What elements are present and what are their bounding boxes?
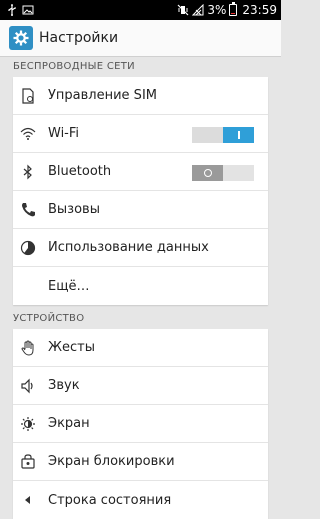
settings-item-label: Экран блокировки — [48, 454, 175, 469]
wireless-settings-card: Управление SIM Wi-Fi Bluetooth Вызовы Ис… — [13, 77, 268, 305]
clock: 23:59 — [242, 3, 277, 17]
settings-item-label: Управление SIM — [48, 88, 157, 103]
battery-percent: 3% — [207, 3, 227, 17]
device-settings-card: Жесты Звук Экран Экран блокировки Строка… — [13, 329, 268, 519]
settings-item-lock-screen[interactable]: Экран блокировки — [13, 443, 268, 481]
settings-item-gestures[interactable]: Жесты — [13, 329, 268, 367]
settings-item-more[interactable]: Ещё… — [13, 267, 268, 305]
speaker-icon — [20, 378, 36, 394]
data-usage-icon — [20, 240, 36, 256]
settings-item-label: Строка состояния — [48, 492, 172, 508]
settings-item-sound[interactable]: Звук — [13, 367, 268, 405]
settings-item-label: Ещё… — [48, 278, 90, 294]
settings-app-icon[interactable] — [9, 26, 33, 50]
image-notification-icon — [22, 4, 34, 16]
settings-item-status-bar[interactable]: Строка состояния — [13, 481, 268, 519]
usb-icon — [6, 4, 18, 16]
bluetooth-icon — [20, 164, 36, 180]
battery-icon — [229, 2, 238, 16]
section-header-wireless: БЕСПРОВОДНЫЕ СЕТИ — [13, 61, 135, 72]
wifi-icon — [20, 126, 36, 142]
settings-item-data-usage[interactable]: Использование данных — [13, 229, 268, 267]
settings-item-sim[interactable]: Управление SIM — [13, 77, 268, 115]
settings-item-label: Использование данных — [48, 240, 209, 255]
section-header-device: УСТРОЙСТВО — [13, 313, 85, 324]
wifi-toggle[interactable] — [192, 127, 254, 143]
settings-item-label: Экран — [48, 416, 90, 431]
settings-item-label: Вызовы — [48, 202, 100, 217]
sim-icon — [20, 87, 36, 104]
bluetooth-toggle[interactable] — [192, 165, 254, 181]
settings-item-wifi[interactable]: Wi-Fi — [13, 115, 268, 153]
status-bar: 3% 23:59 — [0, 0, 281, 20]
lock-screen-icon — [20, 453, 36, 470]
settings-item-label: Жесты — [48, 340, 95, 355]
signal-off-icon — [192, 3, 204, 16]
status-bar-icon — [20, 492, 36, 508]
vibrate-off-icon — [177, 4, 189, 16]
hand-icon — [20, 339, 36, 356]
settings-item-label: Wi-Fi — [48, 126, 80, 141]
settings-item-display[interactable]: Экран — [13, 405, 268, 443]
page-title: Настройки — [39, 30, 119, 46]
settings-item-label: Звук — [48, 378, 80, 393]
settings-item-label: Bluetooth — [48, 164, 112, 179]
settings-item-bluetooth[interactable]: Bluetooth — [13, 153, 268, 191]
phone-icon — [20, 202, 36, 218]
brightness-icon — [20, 416, 36, 432]
settings-item-calls[interactable]: Вызовы — [13, 191, 268, 229]
action-bar: Настройки — [0, 20, 281, 57]
